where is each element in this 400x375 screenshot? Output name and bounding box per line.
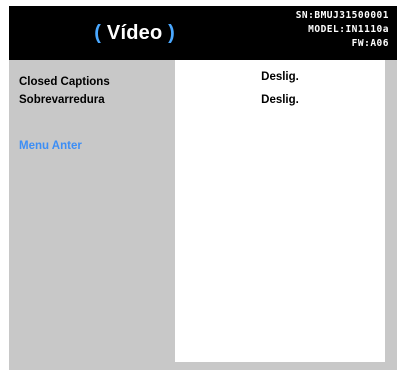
- title-paren-open: (: [94, 21, 102, 44]
- title-wrap: ( Vídeo ): [9, 6, 175, 60]
- osd-menu: ( Vídeo ) SN:BMUJ31500001 MODEL:IN1110a …: [9, 6, 397, 370]
- values-box: Deslig. Deslig.: [175, 60, 385, 362]
- menu-item-closed-captions[interactable]: Closed Captions: [19, 76, 110, 88]
- model-number: MODEL:IN1110a: [308, 24, 389, 35]
- menu-item-sobrevarredura[interactable]: Sobrevarredura: [19, 94, 105, 106]
- menu-title: ( Vídeo ): [94, 22, 175, 45]
- title-paren-close: ): [168, 21, 175, 44]
- menu-items-panel: Closed Captions Sobrevarredura Menu Ante…: [9, 60, 175, 370]
- value-sobrevarredura[interactable]: Deslig.: [175, 94, 385, 106]
- serial-number: SN:BMUJ31500001: [295, 10, 389, 21]
- menu-values-panel: Deslig. Deslig.: [175, 60, 397, 370]
- device-info: SN:BMUJ31500001 MODEL:IN1110a FW:A06: [296, 9, 389, 51]
- menu-back-button[interactable]: Menu Anter: [19, 140, 82, 152]
- menu-header: ( Vídeo ) SN:BMUJ31500001 MODEL:IN1110a …: [9, 6, 397, 60]
- firmware-version: FW:A06: [351, 38, 389, 49]
- menu-title-text: Vídeo: [106, 21, 163, 44]
- value-closed-captions[interactable]: Deslig.: [175, 71, 385, 83]
